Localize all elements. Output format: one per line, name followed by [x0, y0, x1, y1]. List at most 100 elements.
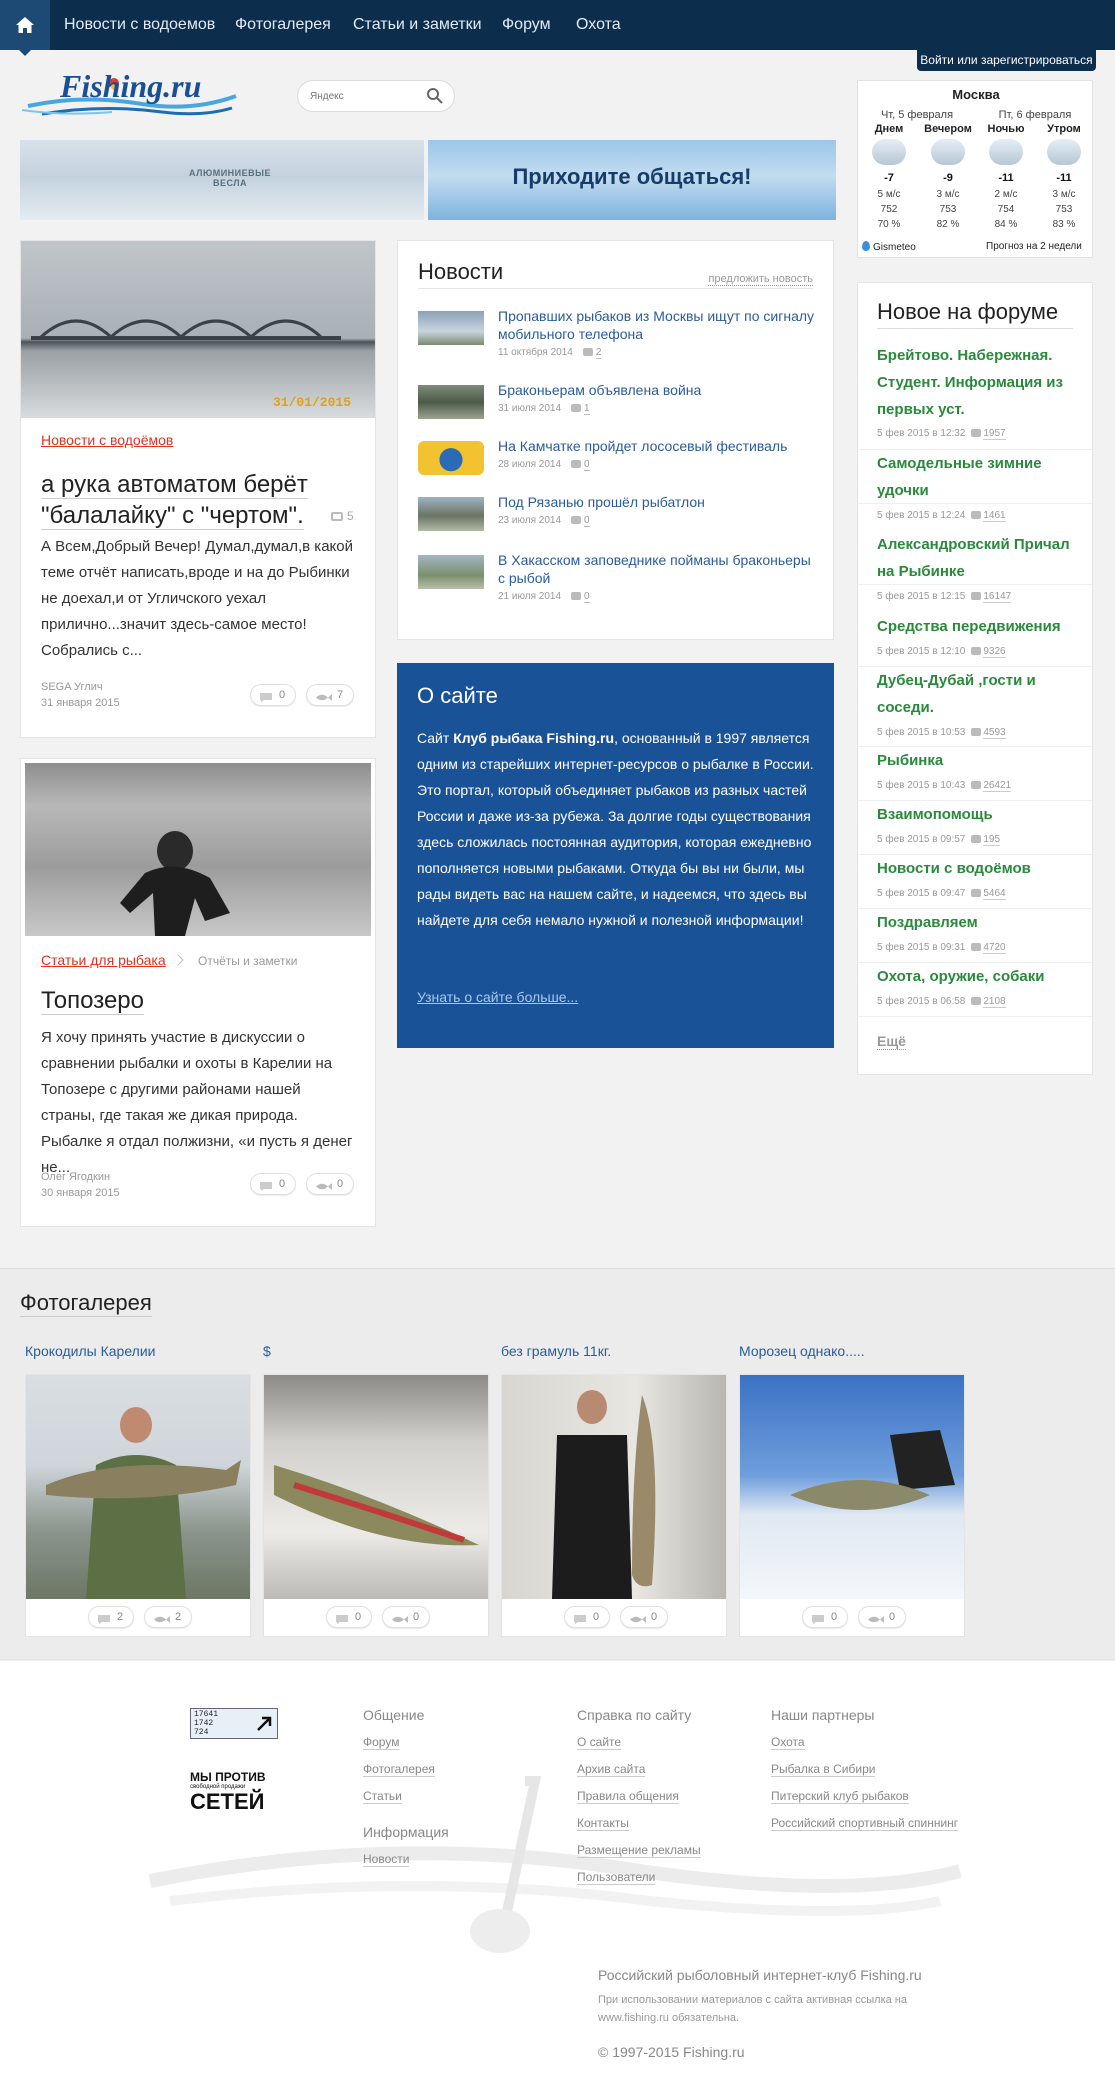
footer-link[interactable]: Новости [363, 1852, 410, 1867]
forum-topic-link[interactable]: Александровский Причал на Рыбинке [877, 531, 1082, 585]
forum-topic-link[interactable]: Средства передвижения [877, 613, 1082, 640]
search-input[interactable] [310, 89, 420, 103]
news-comments-link[interactable]: 0 [584, 515, 590, 527]
gismeteo-link[interactable]: Gismeteo [862, 241, 916, 253]
comments-button[interactable]: 0 [250, 684, 297, 706]
forum-replies-link[interactable]: 9326 [983, 646, 1006, 658]
forum-topic-link[interactable]: Поздравляем [877, 909, 1082, 936]
footer-link[interactable]: Рыбалка в Сибири [771, 1762, 876, 1777]
nav-item-gallery[interactable]: Фотогалерея [235, 0, 331, 50]
news-thumbnail[interactable] [418, 497, 484, 531]
footer-link[interactable]: Контакты [577, 1816, 629, 1831]
forum-replies-link[interactable]: 2108 [983, 996, 1006, 1008]
gallery-item-title[interactable]: Морозец однако..... [739, 1343, 865, 1359]
news-thumbnail[interactable] [418, 311, 484, 345]
news-comments-link[interactable]: 2 [595, 347, 602, 359]
gallery-photo[interactable] [264, 1375, 488, 1599]
news-title-link[interactable]: Пропавших рыбаков из Москвы ищут по сигн… [498, 307, 818, 343]
suggest-news-link[interactable]: предложить новость [708, 273, 813, 286]
forum-replies-link[interactable]: 195 [983, 834, 1001, 846]
news-thumbnail[interactable] [418, 555, 484, 589]
footer-link[interactable]: О сайте [577, 1735, 622, 1750]
forum-replies-link[interactable]: 16147 [983, 591, 1012, 603]
news-comments-link[interactable]: 1 [584, 403, 590, 415]
forum-topic-link[interactable]: Брейтово. Набережная. Студент. Информаци… [877, 342, 1082, 423]
footer-link[interactable]: Пользователи [577, 1870, 656, 1885]
footer-link[interactable]: Размещение рекламы [577, 1843, 701, 1858]
nav-item-articles[interactable]: Статьи и заметки [353, 0, 482, 50]
site-logo[interactable]: Fishing.ru [21, 66, 242, 124]
advert-banner-paddles[interactable]: АЛЮМИНИЕВЫЕ ВЕСЛА [20, 140, 424, 220]
login-register-button[interactable]: Войти или зарегистрироваться [917, 50, 1096, 71]
about-more-link[interactable]: Узнать о сайте больше... [417, 989, 578, 1005]
fish-like-button[interactable]: 0 [306, 1173, 355, 1195]
footer-link[interactable]: Правила общения [577, 1789, 679, 1804]
news-thumbnail[interactable] [418, 441, 484, 475]
news-thumbnail[interactable] [418, 385, 484, 419]
news-title-link[interactable]: Под Рязанью прошёл рыбатлон [498, 493, 818, 511]
gallery-item-title[interactable]: Крокодилы Карелии [25, 1343, 155, 1359]
forum-topic-link[interactable]: Взаимопомощь [877, 801, 1082, 828]
footer-link[interactable]: Форум [363, 1735, 400, 1750]
card-date: 31 января 2015 [41, 697, 120, 709]
forum-topic-link[interactable]: Дубец-Дубай ,гости и соседи. [877, 667, 1057, 721]
news-comments-link[interactable]: 0 [584, 591, 590, 603]
nav-item-forum[interactable]: Форум [502, 0, 551, 50]
visitor-counter[interactable]: 17641 1742 724 [190, 1708, 278, 1739]
card-subcategory-link[interactable]: Отчёты и заметки [198, 954, 297, 968]
forum-topic-link[interactable]: Новости с водоёмов [877, 855, 1082, 882]
gallery-item-title[interactable]: без грамуль 11кг. [501, 1343, 611, 1359]
forum-replies-link[interactable]: 4593 [983, 727, 1006, 739]
card-category-link[interactable]: Статьи для рыбака [41, 952, 166, 968]
nav-item-hunting[interactable]: Охота [576, 0, 621, 50]
fish-like-button[interactable]: 0 [620, 1606, 669, 1628]
fish-like-button[interactable]: 7 [306, 684, 355, 706]
forum-replies-link[interactable]: 5464 [983, 888, 1006, 900]
card-title[interactable]: а рука автоматом берёт "балалайку" с "че… [41, 469, 308, 531]
search-icon[interactable] [426, 87, 444, 110]
gallery-item-title[interactable]: $ [263, 1343, 271, 1359]
fish-like-button[interactable]: 0 [382, 1606, 431, 1628]
comments-button[interactable]: 0 [802, 1606, 849, 1628]
article-photo[interactable]: 31/01/2015 [21, 241, 375, 418]
forum-replies-link[interactable]: 4720 [983, 942, 1006, 954]
card-title[interactable]: Топозеро [41, 985, 144, 1016]
home-button[interactable] [0, 0, 50, 56]
footer-link[interactable]: Архив сайта [577, 1762, 646, 1777]
anti-nets-badge[interactable]: МЫ ПРОТИВ свободной продажи СЕТЕЙ [190, 1771, 280, 1813]
news-heading: Новости [418, 259, 504, 284]
news-title-link[interactable]: В Хакасском заповеднике пойманы браконье… [498, 551, 818, 587]
forum-replies-link[interactable]: 1957 [983, 428, 1006, 440]
forum-replies-link[interactable]: 1461 [983, 510, 1006, 522]
footer-link[interactable]: Российский спортивный спиннинг [771, 1816, 959, 1831]
comments-button[interactable]: 2 [88, 1606, 135, 1628]
comments-button[interactable]: 0 [250, 1173, 297, 1195]
comments-button[interactable]: 0 [564, 1606, 611, 1628]
fish-like-button[interactable]: 0 [858, 1606, 907, 1628]
card-author[interactable]: Олег Ягодкин [41, 1169, 110, 1185]
forecast-two-weeks-link[interactable]: Прогноз на 2 недели [986, 241, 1082, 252]
footer-link[interactable]: Охота [771, 1735, 805, 1750]
comments-button[interactable]: 0 [326, 1606, 373, 1628]
footer-link[interactable]: Статьи [363, 1789, 402, 1804]
footer-link[interactable]: Фотогалерея [363, 1762, 435, 1777]
forum-topic-link[interactable]: Самодельные зимние удочки [877, 450, 1057, 504]
news-title-link[interactable]: На Камчатке пройдет лососевый фестиваль [498, 437, 818, 455]
weather-temp: -11 [1056, 172, 1072, 184]
news-comments-link[interactable]: 0 [584, 459, 590, 471]
gallery-photo[interactable] [502, 1375, 726, 1599]
news-title-link[interactable]: Браконьерам объявлена война [498, 381, 818, 399]
gallery-photo[interactable] [26, 1375, 250, 1599]
article-photo[interactable] [25, 763, 371, 936]
forum-more-link[interactable]: Ещё [877, 1033, 906, 1050]
gallery-photo[interactable] [740, 1375, 964, 1599]
nav-item-news[interactable]: Новости с водоемов [64, 0, 215, 50]
forum-topic-link[interactable]: Охота, оружие, собаки [877, 963, 1082, 990]
forum-replies-link[interactable]: 26421 [983, 780, 1012, 792]
fish-like-button[interactable]: 2 [144, 1606, 193, 1628]
forum-topic-link[interactable]: Рыбинка [877, 747, 1082, 774]
footer-link[interactable]: Питерский клуб рыбаков [771, 1789, 909, 1804]
advert-banner-community[interactable]: Приходите общаться! [428, 140, 836, 220]
card-category-link[interactable]: Новости с водоёмов [41, 432, 173, 448]
card-author[interactable]: SEGA Углич [41, 679, 103, 695]
